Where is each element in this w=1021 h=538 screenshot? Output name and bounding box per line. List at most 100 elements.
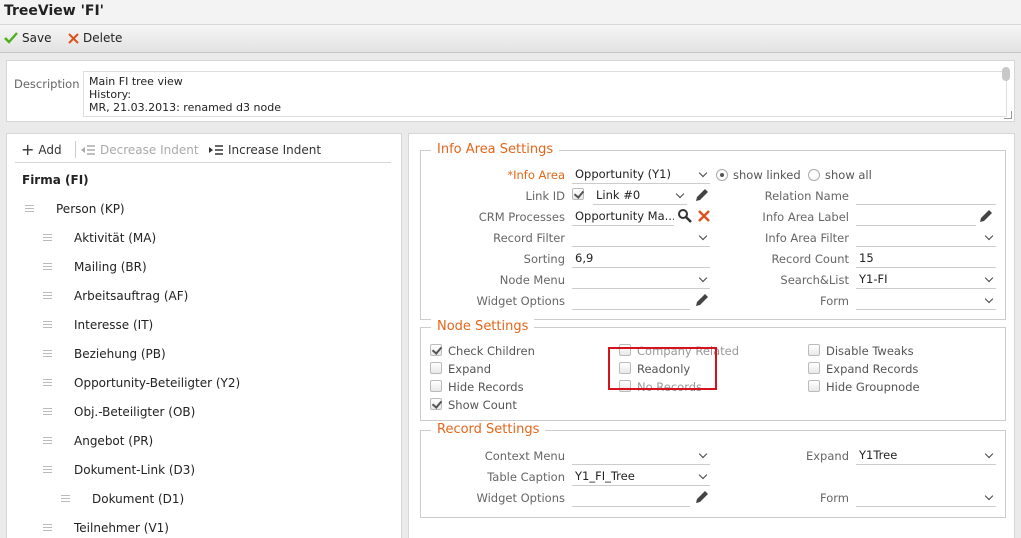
drag-handle-icon[interactable]	[61, 494, 70, 504]
relation-name-label: Relation Name	[764, 189, 849, 203]
increase-indent-button[interactable]: Increase Indent	[208, 143, 321, 157]
hide-groupnode-checkbox[interactable]	[808, 380, 820, 392]
show-all-radio[interactable]	[808, 169, 820, 181]
widget-options-input[interactable]	[572, 291, 690, 310]
form-select[interactable]	[856, 291, 996, 310]
disable-tweaks-checkbox[interactable]	[808, 344, 820, 356]
save-button[interactable]: Save	[4, 31, 51, 45]
tree-node-label: Opportunity-Beteiligter (Y2)	[74, 376, 241, 390]
tree-node-label: Beziehung (PB)	[74, 347, 166, 361]
form-select[interactable]	[856, 488, 996, 507]
scrollbar[interactable]	[1002, 67, 1010, 81]
check-icon	[4, 32, 18, 44]
description-textarea[interactable]: Main FI tree view History: MR, 21.03.201…	[83, 71, 1007, 117]
resize-handle[interactable]	[1004, 111, 1012, 119]
hide-records-label: Hide Records	[448, 380, 524, 394]
record-count-input[interactable]: 15	[856, 249, 996, 268]
close-icon	[68, 32, 79, 44]
tree-node[interactable]: Opportunity-Beteiligter (Y2)	[43, 376, 240, 390]
tree-node[interactable]: Aktivität (MA)	[43, 231, 156, 245]
drag-handle-icon[interactable]	[43, 320, 52, 330]
node-settings-legend: Node Settings	[431, 319, 535, 334]
drag-handle-icon[interactable]	[43, 378, 52, 388]
info-area-select[interactable]: Opportunity (Y1)	[572, 165, 710, 184]
delete-button[interactable]: Delete	[68, 31, 122, 45]
drag-handle-icon[interactable]	[43, 262, 52, 272]
show-count-label: Show Count	[448, 398, 517, 412]
drag-handle-icon[interactable]	[43, 523, 52, 533]
drag-handle-icon[interactable]	[25, 204, 34, 214]
tree-node[interactable]: Dokument (D1)	[61, 492, 184, 506]
expand-select[interactable]: Y1Tree	[856, 446, 996, 465]
context-menu-select[interactable]	[572, 446, 710, 465]
info-area-legend: Info Area Settings	[431, 142, 560, 157]
link-id-label: Link ID	[525, 189, 565, 203]
show-linked-radio[interactable]	[716, 169, 728, 181]
tree-node[interactable]: Interesse (IT)	[43, 318, 153, 332]
drag-handle-icon[interactable]	[43, 291, 52, 301]
table-caption-select[interactable]: Y1_FI_Tree	[572, 467, 710, 486]
tree-node[interactable]: Beziehung (PB)	[43, 347, 166, 361]
search-icon[interactable]	[677, 208, 693, 224]
check-children-checkbox[interactable]	[430, 344, 442, 356]
tree-node[interactable]: Angebot (PR)	[43, 434, 153, 448]
tree-node-label: Teilnehmer (V1)	[74, 521, 169, 535]
sorting-input[interactable]: 6,9	[572, 249, 710, 268]
pencil-icon[interactable]	[694, 292, 710, 308]
link-id-select[interactable]: Link #0	[593, 186, 687, 205]
clear-icon[interactable]	[696, 208, 712, 224]
expand-records-label: Expand Records	[826, 362, 919, 376]
tree-node[interactable]: Obj.-Beteiligter (OB)	[43, 405, 195, 419]
hide-groupnode-label: Hide Groupnode	[826, 380, 920, 394]
info-area-filter-select[interactable]	[856, 228, 996, 247]
pencil-icon[interactable]	[694, 187, 710, 203]
node-menu-select[interactable]	[572, 270, 710, 289]
drag-handle-icon[interactable]	[43, 465, 52, 475]
info-area-label-input[interactable]	[856, 207, 976, 226]
tree-node[interactable]: Mailing (BR)	[43, 260, 147, 274]
info-area-settings: Info Area Settings *Info Area Opportunit…	[420, 142, 1006, 320]
tree-node-label: Mailing (BR)	[74, 260, 147, 274]
disable-tweaks-label: Disable Tweaks	[826, 344, 914, 358]
form-label: Form	[820, 491, 849, 505]
drag-handle-icon[interactable]	[43, 436, 52, 446]
drag-handle-icon[interactable]	[43, 407, 52, 417]
expand-checkbox[interactable]	[430, 362, 442, 374]
window-title: TreeView 'FI'	[4, 3, 104, 19]
tree-node[interactable]: Dokument-Link (D3)	[43, 463, 195, 477]
tree-root[interactable]: Firma (FI)	[22, 173, 89, 187]
widget-options-input[interactable]	[572, 488, 690, 507]
drag-handle-icon[interactable]	[43, 349, 52, 359]
drag-handle-icon[interactable]	[43, 233, 52, 243]
toolbar: Save Delete	[0, 25, 1021, 53]
pencil-icon[interactable]	[978, 208, 994, 224]
tree-node[interactable]: Teilnehmer (V1)	[43, 521, 169, 535]
hide-records-checkbox[interactable]	[430, 380, 442, 392]
relation-name-input[interactable]	[856, 186, 996, 205]
search-list-select[interactable]: Y1-FI	[856, 270, 996, 289]
record-count-label: Record Count	[771, 252, 849, 266]
expand-records-checkbox[interactable]	[808, 362, 820, 374]
plus-icon: +	[21, 140, 35, 159]
tree-node-label: Arbeitsauftrag (AF)	[74, 289, 189, 303]
indent-icon	[209, 145, 223, 155]
show-count-checkbox[interactable]	[430, 398, 442, 410]
tree-node[interactable]: Arbeitsauftrag (AF)	[43, 289, 188, 303]
tree-node-label: Obj.-Beteiligter (OB)	[74, 405, 196, 419]
outdent-icon	[81, 145, 95, 155]
tree-node[interactable]: Person (KP)	[25, 202, 125, 216]
node-menu-label: Node Menu	[499, 273, 565, 287]
info-area-label-label: Info Area Label	[762, 210, 849, 224]
crm-processes-input[interactable]: Opportunity Ma...	[572, 207, 674, 226]
link-id-checkbox[interactable]	[572, 188, 584, 200]
pencil-icon[interactable]	[694, 489, 710, 505]
decrease-indent-button[interactable]: Decrease Indent	[80, 143, 199, 157]
tree-node-label: Dokument (D1)	[92, 492, 185, 506]
record-filter-select[interactable]	[572, 228, 710, 247]
add-button[interactable]: + Add	[21, 140, 62, 159]
crm-processes-label: CRM Processes	[478, 210, 565, 224]
info-area-label: *Info Area	[507, 168, 565, 182]
toolbar-divider	[75, 141, 76, 158]
increase-indent-label: Increase Indent	[228, 143, 322, 157]
tree-panel: + Add Decrease Indent Increase Indent Fi…	[6, 133, 402, 538]
